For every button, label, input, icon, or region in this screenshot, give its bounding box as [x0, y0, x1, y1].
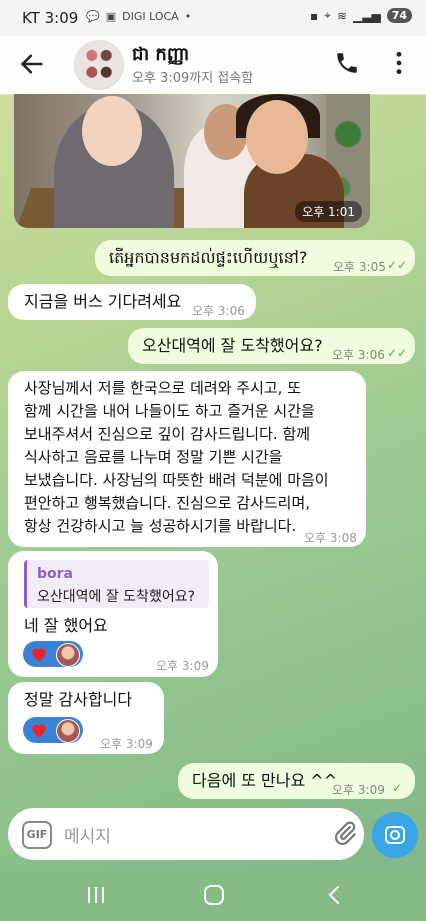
- status-time: KT 3:09: [22, 9, 79, 27]
- message-time: 오후 3:06: [192, 304, 245, 318]
- reply-author: bora: [37, 566, 73, 582]
- message-time: 오후 3:08: [304, 531, 357, 545]
- chat-header: ជា កញ្ញា 오후 3:09까지 접속함: [0, 36, 426, 95]
- message-time: 오후 3:09: [100, 737, 153, 751]
- photo-timestamp: 오후 1:01: [295, 201, 362, 222]
- more-vert-icon[interactable]: [392, 50, 406, 76]
- message-bubble-out[interactable]: 다음에 또 만나요 ^^ 오후 3:09 ✓: [178, 763, 415, 799]
- message-text: 네 잘 했어요: [24, 616, 108, 635]
- camera-button[interactable]: [372, 812, 418, 858]
- reactor-avatar: [56, 719, 80, 743]
- reactor-avatar: [56, 643, 80, 667]
- avatar[interactable]: [74, 40, 124, 90]
- status-bar: KT 3:09 💬 ▣ DIGI LOCA • ▪ ⌖ ≋ ▁▃▅ 74: [0, 0, 426, 36]
- message-bubble-out[interactable]: 오산대역에 잘 도착했어요? 오후 3:06 ✓✓: [128, 328, 415, 364]
- message-time: 오후 3:09: [332, 783, 385, 797]
- message-text: 지금을 버스 기다려세요: [24, 292, 182, 311]
- message-line: 함께 시간을 내어 나들이도 하고 즐거운 시간을: [24, 402, 315, 420]
- photo-person-1-face: [82, 96, 142, 166]
- message-line: 식사하고 음료를 나누며 정말 기쁜 시간을: [24, 448, 283, 466]
- message-bubble-out[interactable]: តើអ្នកបានមកដល់ផ្ទះហើយឬនៅ? 오후 3:05 ✓✓: [95, 240, 415, 276]
- camera-icon: [385, 826, 405, 844]
- message-line: 보냈습니다. 사장님의 따뜻한 배려 덕분에 마음이: [24, 471, 329, 489]
- chat-icon: 💬: [86, 10, 100, 23]
- message-time: 오후 3:05: [333, 260, 386, 274]
- message-input[interactable]: 메시지: [64, 822, 111, 847]
- wifi-icon: ≋: [336, 8, 347, 23]
- app-icon: ▣: [105, 10, 117, 23]
- double-check-icon: ✓✓: [387, 258, 408, 272]
- message-text: 오산대역에 잘 도착했어요?: [142, 336, 323, 355]
- status-icons-right: ▪ ⌖ ≋ ▁▃▅ 74: [310, 8, 412, 23]
- dot-icon: •: [184, 10, 192, 23]
- message-text: 다음에 또 만나요 ^^: [192, 771, 338, 790]
- message-bubble-in[interactable]: 지금을 버스 기다려세요 오후 3:06: [8, 284, 256, 320]
- back-nav-icon[interactable]: [326, 884, 342, 906]
- reaction-chip[interactable]: [23, 717, 83, 743]
- last-seen-status: 오후 3:09까지 접속함: [132, 71, 254, 86]
- check-icon: ✓: [392, 781, 403, 795]
- message-line: 항상 건강하시고 늘 성공하시기를 바랍니다.: [24, 517, 297, 535]
- reply-text: 오산대역에 잘 도착했어요?: [37, 589, 196, 605]
- message-text: 정말 감사합니다: [24, 690, 133, 709]
- digiloca-icon: DIGI LOCA: [122, 10, 179, 23]
- location-icon: ⌖: [324, 8, 331, 22]
- message-time: 오후 3:09: [156, 659, 209, 673]
- heart-icon: [32, 648, 46, 662]
- message-line: 편안하고 행복했습니다. 진심으로 감사드리며,: [24, 494, 311, 512]
- photo-message[interactable]: 오후 1:01: [14, 94, 370, 228]
- photo-person-3-face: [246, 100, 308, 174]
- back-arrow-icon[interactable]: [18, 50, 46, 78]
- status-icons-left: 💬 ▣ DIGI LOCA •: [86, 10, 191, 23]
- gif-button[interactable]: GIF: [22, 821, 52, 849]
- message-input-bar[interactable]: GIF 메시지: [8, 808, 364, 860]
- phone-icon[interactable]: [334, 50, 360, 76]
- recents-icon[interactable]: [86, 884, 106, 906]
- heart-icon: [32, 724, 46, 738]
- message-line: 보내주셔서 진심으로 깊이 감사드립니다. 함께: [24, 425, 311, 443]
- message-text: 사장님께서 저를 한국으로 데려와 주시고, 또 함께 시간을 내어 나들이도 …: [24, 377, 329, 538]
- message-bubble-in[interactable]: 사장님께서 저를 한국으로 데려와 주시고, 또 함께 시간을 내어 나들이도 …: [8, 371, 366, 547]
- reaction-chip[interactable]: [23, 641, 83, 667]
- message-text: តើអ្នកបានមកដល់ផ្ទះហើយឬនៅ?: [109, 248, 308, 267]
- message-line: 사장님께서 저를 한국으로 데려와 주시고, 또: [24, 379, 302, 397]
- system-nav-bar: [0, 872, 426, 921]
- paperclip-icon[interactable]: [332, 820, 358, 846]
- briefcase-icon: ▪: [310, 8, 319, 23]
- battery-icon: 74: [386, 8, 412, 23]
- double-check-icon: ✓✓: [387, 346, 408, 360]
- chat-title[interactable]: ជា កញ្ញា: [132, 42, 189, 69]
- reply-quote[interactable]: bora 오산대역에 잘 도착했어요?: [24, 560, 209, 608]
- message-time: 오후 3:06: [332, 348, 385, 362]
- home-icon[interactable]: [203, 884, 225, 906]
- signal-icon: ▁▃▅: [353, 8, 381, 23]
